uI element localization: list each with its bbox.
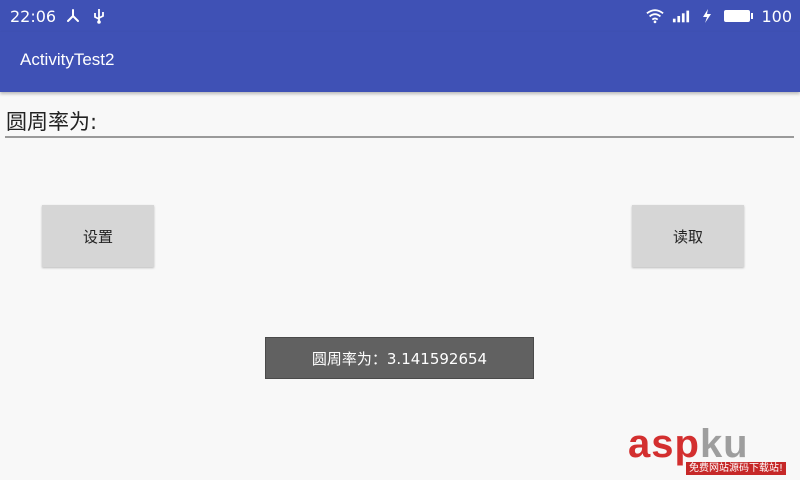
- aspku-watermark-logo: aspku 免费网站源码下载站!: [628, 424, 798, 476]
- app-bar: ActivityTest2: [0, 32, 800, 92]
- watermark-ku: ku: [699, 422, 749, 466]
- status-bar-left: 22:06: [10, 7, 108, 26]
- status-bar: 22:06 100: [0, 0, 800, 32]
- pi-input-label: 圆周率为:: [6, 110, 98, 134]
- toast-text: 圆周率为：3.141592654: [311, 349, 488, 368]
- app-title: ActivityTest2: [20, 50, 115, 69]
- charging-icon: [698, 7, 716, 25]
- watermark-wordmark: aspku: [628, 424, 749, 464]
- usb-debug-icon: [64, 7, 82, 25]
- wifi-icon: [646, 7, 665, 25]
- status-bar-right: 100: [646, 7, 792, 26]
- read-button[interactable]: 读取: [632, 205, 744, 267]
- battery-icon: [724, 10, 754, 22]
- toast-message: 圆周率为：3.141592654: [265, 337, 534, 379]
- signal-icon: [672, 7, 690, 25]
- pi-input-field[interactable]: 圆周率为:: [5, 104, 794, 138]
- watermark-asp: asp: [628, 422, 700, 466]
- watermark-subtitle: 免费网站源码下载站!: [686, 462, 787, 475]
- usb-icon: [90, 7, 108, 25]
- phone-screen: 22:06 100 ActivityTest2 圆周率为: 设置 读取 圆周率为…: [0, 0, 800, 480]
- set-button[interactable]: 设置: [42, 205, 154, 267]
- battery-level: 100: [761, 6, 792, 26]
- clock: 22:06: [10, 6, 57, 26]
